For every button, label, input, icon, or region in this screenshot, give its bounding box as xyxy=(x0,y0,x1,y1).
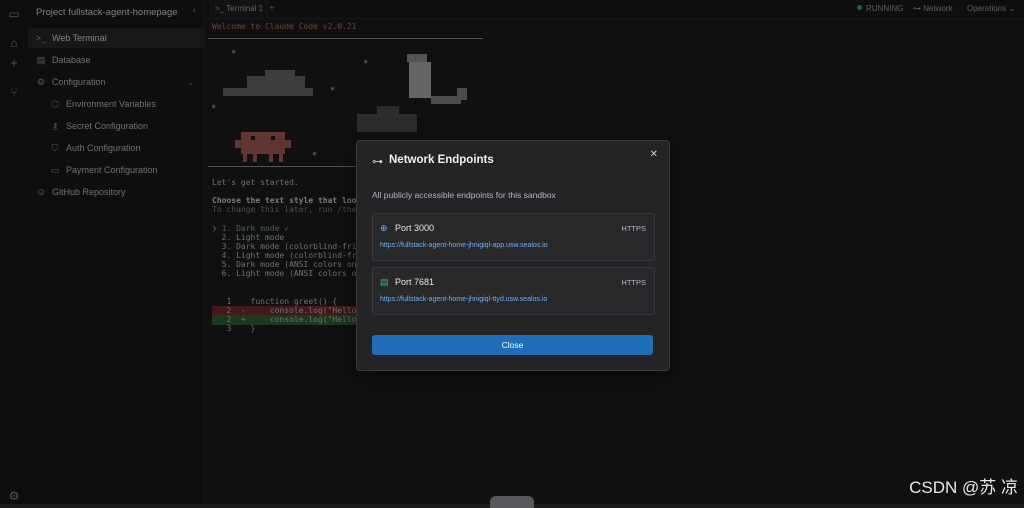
close-icon[interactable]: ✕ xyxy=(650,149,658,160)
endpoint-url[interactable]: https://fullstack-agent-home-jhnigiql-tt… xyxy=(380,296,547,303)
endpoint-protocol: HTTPS xyxy=(621,278,646,287)
endpoint-card: ▤ Port 7681 HTTPS https://fullstack-agen… xyxy=(372,267,655,315)
endpoint-card: ⊕ Port 3000 HTTPS https://fullstack-agen… xyxy=(372,213,655,261)
dialog-title: Network Endpoints xyxy=(389,154,494,166)
bottom-handle[interactable] xyxy=(490,496,534,508)
watermark: CSDN @苏 凉 xyxy=(909,478,1018,497)
endpoint-url[interactable]: https://fullstack-agent-home-jhnigiql-ap… xyxy=(380,242,548,249)
close-button[interactable]: Close xyxy=(372,335,653,355)
network-icon: ⊶ xyxy=(372,156,383,168)
dialog-subtitle: All publicly accessible endpoints for th… xyxy=(372,190,556,200)
endpoint-port: Port 7681 xyxy=(395,277,435,287)
endpoint-port: Port 3000 xyxy=(395,223,435,233)
network-endpoints-dialog: ⊶ Network Endpoints ✕ All publicly acces… xyxy=(356,140,670,371)
server-icon: ▤ xyxy=(380,277,389,287)
endpoint-protocol: HTTPS xyxy=(621,224,646,233)
globe-icon: ⊕ xyxy=(380,223,388,233)
